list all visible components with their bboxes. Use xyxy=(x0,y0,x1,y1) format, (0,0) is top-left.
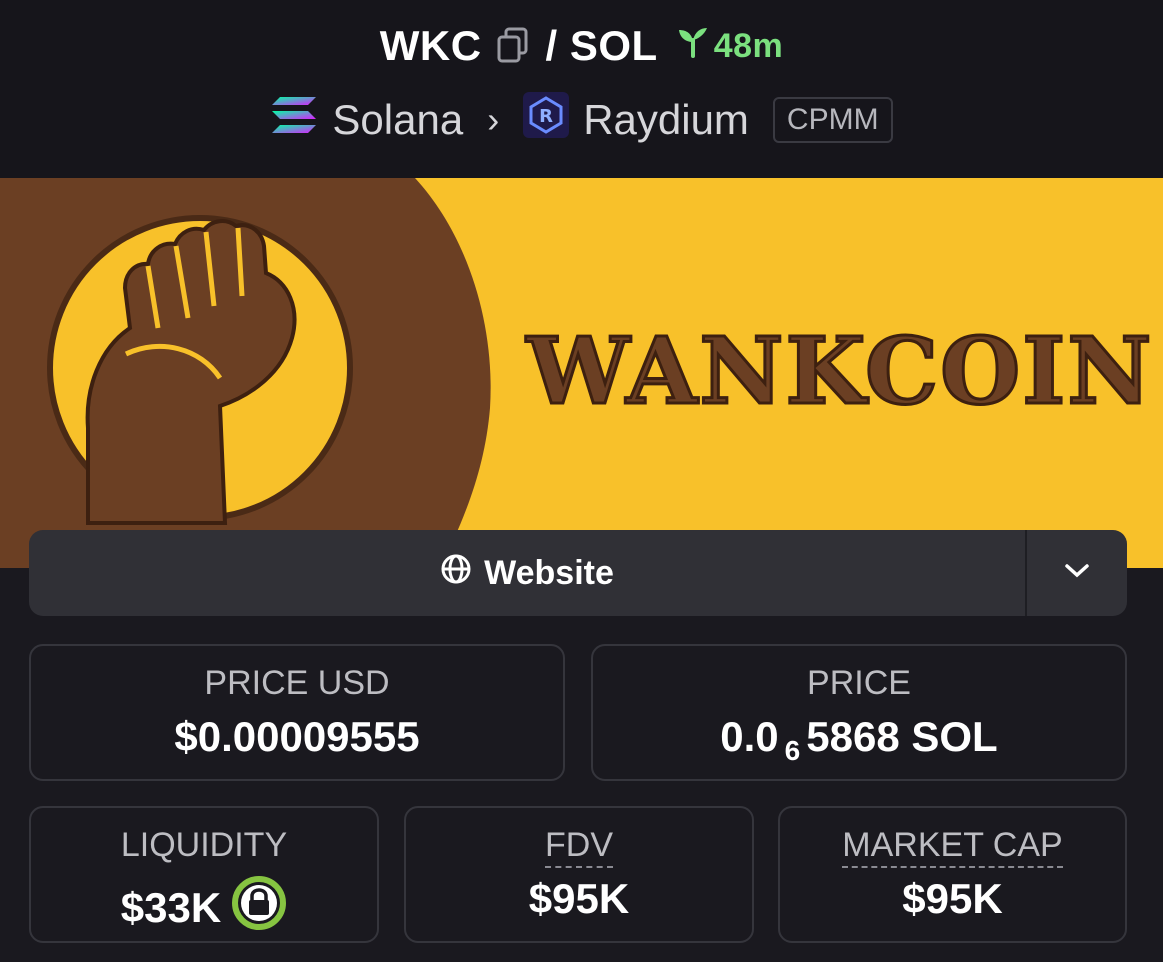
base-symbol: WKC xyxy=(379,22,482,69)
market-cap-card: MARKET CAP $95K xyxy=(778,806,1127,943)
chevron-right-icon: › xyxy=(487,99,500,140)
copy-icon[interactable] xyxy=(496,27,530,65)
price-usd-card: PRICE USD $0.00009555 xyxy=(29,644,565,781)
token-banner: WANKCOIN xyxy=(0,178,1163,568)
website-button[interactable]: Website xyxy=(29,530,1025,616)
market-cap-label[interactable]: MARKET CAP xyxy=(842,826,1063,868)
market-cap-value: $95K xyxy=(902,875,1003,922)
wankcoin-logotype-text: WANKCOIN xyxy=(526,317,1154,425)
seedling-icon xyxy=(676,26,710,67)
website-label: Website xyxy=(484,553,614,592)
chain-breadcrumb: Solana › R Raydium CPMM xyxy=(0,92,1163,148)
price-usd-value: $0.00009555 xyxy=(174,713,420,760)
solana-icon xyxy=(270,95,318,145)
price-suffix: 5868 SOL xyxy=(806,713,998,760)
links-bar: Website xyxy=(29,530,1127,616)
liquidity-label: LIQUIDITY xyxy=(120,826,288,864)
fdv-label[interactable]: FDV xyxy=(545,826,613,868)
price-prefix: 0.0 xyxy=(720,713,779,760)
price-label: PRICE xyxy=(807,664,911,702)
chain-link[interactable]: Solana xyxy=(332,96,463,144)
liquidity-value: $33K xyxy=(120,884,222,931)
dex-link[interactable]: Raydium xyxy=(583,96,749,144)
pair-title: WKC / SOL 48m xyxy=(0,22,1163,70)
pool-type-badge: CPMM xyxy=(772,97,893,143)
links-dropdown-button[interactable] xyxy=(1027,530,1127,616)
liquidity-card: LIQUIDITY $33K xyxy=(29,806,379,943)
svg-text:R: R xyxy=(539,106,553,127)
price-sol-card: PRICE 0.0 6 5868 SOL xyxy=(591,644,1127,781)
fdv-card: FDV $95K xyxy=(404,806,754,943)
fdv-value: $95K xyxy=(528,875,630,922)
raydium-icon: R xyxy=(523,92,570,148)
globe-icon xyxy=(440,553,472,594)
wankcoin-logotype: WANKCOIN xyxy=(524,316,1154,427)
lock-icon[interactable] xyxy=(231,875,287,941)
price-usd-label: PRICE USD xyxy=(204,664,390,702)
pair-header: WKC / SOL 48m Solana › R Raydium CPMM xyxy=(0,0,1163,178)
chevron-down-icon xyxy=(1064,563,1090,584)
age-text: 48m xyxy=(713,26,784,65)
pair-age: 48m xyxy=(676,26,784,67)
price-zero-count: 6 xyxy=(784,735,801,766)
quote-symbol: / SOL xyxy=(545,22,658,69)
